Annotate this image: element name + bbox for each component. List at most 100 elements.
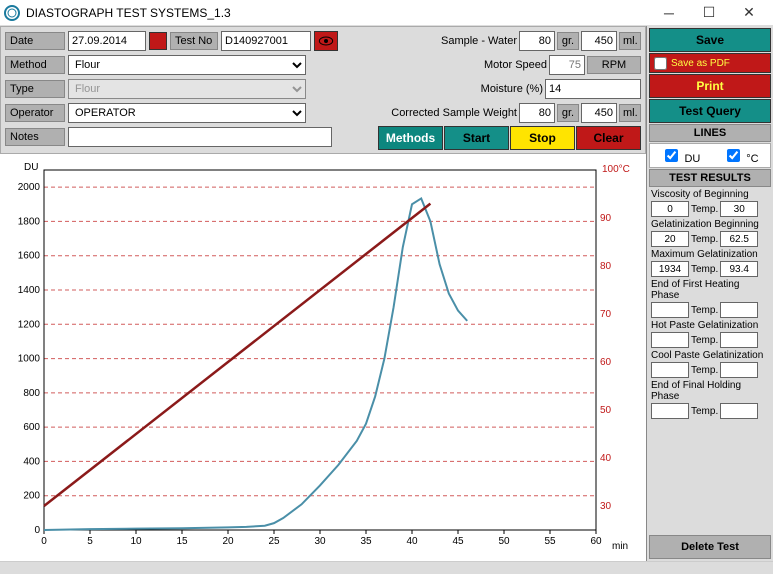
sample-ml-input[interactable] (581, 31, 617, 51)
method-label: Method (5, 56, 65, 74)
rpm-unit: RPM (587, 56, 641, 74)
svg-text:40: 40 (600, 453, 612, 464)
svg-text:600: 600 (23, 422, 40, 433)
unit-ml2: ml. (619, 104, 641, 122)
corrected-gr-input[interactable] (519, 103, 555, 123)
close-button[interactable]: ✕ (729, 1, 769, 25)
print-button[interactable]: Print (649, 74, 771, 98)
result-label: Maximum Gelatinization (651, 249, 769, 260)
svg-text:1000: 1000 (18, 354, 41, 365)
svg-text:40: 40 (406, 536, 418, 547)
svg-text:35: 35 (360, 536, 372, 547)
temp-label: Temp. (691, 406, 718, 417)
temp-label: Temp. (691, 264, 718, 275)
svg-text:60: 60 (600, 357, 612, 368)
notes-input[interactable] (68, 127, 332, 147)
operator-label: Operator (5, 104, 65, 122)
svg-text:DU: DU (24, 162, 38, 173)
result-value-input[interactable] (651, 201, 689, 217)
methods-button[interactable]: Methods (378, 126, 443, 150)
svg-text:25: 25 (268, 536, 280, 547)
save-pdf-check[interactable] (654, 57, 667, 70)
result-temp-input[interactable] (720, 261, 758, 277)
svg-text:2000: 2000 (18, 182, 41, 193)
result-value-input[interactable] (651, 261, 689, 277)
delete-test-button[interactable]: Delete Test (649, 535, 771, 559)
operator-select[interactable]: OPERATOR (68, 103, 306, 123)
unit-gr: gr. (557, 32, 579, 50)
svg-text:0: 0 (41, 536, 47, 547)
result-value-input[interactable] (651, 302, 689, 318)
save-pdf-checkbox[interactable]: Save as PDF (649, 53, 771, 73)
type-label: Type (5, 80, 65, 98)
motor-input (549, 55, 585, 75)
svg-text:100°C: 100°C (602, 164, 630, 175)
moisture-label: Moisture (%) (443, 83, 543, 95)
result-label: End of Final Holding Phase (651, 380, 769, 402)
svg-text:30: 30 (314, 536, 326, 547)
minimize-button[interactable]: ─ (649, 1, 689, 25)
result-temp-input[interactable] (720, 332, 758, 348)
svg-text:20: 20 (222, 536, 234, 547)
result-value-input[interactable] (651, 403, 689, 419)
svg-text:5: 5 (87, 536, 93, 547)
maximize-button[interactable]: ☐ (689, 1, 729, 25)
sample-gr-input[interactable] (519, 31, 555, 51)
app-icon (4, 5, 20, 21)
testno-input[interactable] (221, 31, 311, 51)
result-label: Gelatinization Beginning (651, 219, 769, 230)
method-select[interactable]: Flour (68, 55, 306, 75)
temp-label: Temp. (691, 335, 718, 346)
chart-area: 0200400600800100012001400160018002000051… (0, 154, 646, 561)
svg-text:30: 30 (600, 501, 612, 512)
sample-water-label: Sample - Water (417, 35, 517, 47)
result-value-input[interactable] (651, 332, 689, 348)
result-temp-input[interactable] (720, 403, 758, 419)
moisture-input[interactable] (545, 79, 641, 99)
start-button[interactable]: Start (444, 126, 509, 150)
svg-text:1200: 1200 (18, 319, 41, 330)
window-title: DIASTOGRAPH TEST SYSTEMS_1.3 (26, 6, 649, 20)
result-label: End of First Heating Phase (651, 279, 769, 301)
result-temp-input[interactable] (720, 362, 758, 378)
du-checkbox[interactable]: DU (661, 146, 700, 165)
motor-label: Motor Speed (447, 59, 547, 71)
celsius-checkbox[interactable]: °C (723, 146, 758, 165)
testno-label: Test No (170, 32, 218, 50)
stop-button[interactable]: Stop (510, 126, 575, 150)
result-label: Hot Paste Gelatinization (651, 320, 769, 331)
svg-text:50: 50 (600, 405, 612, 416)
svg-text:min: min (612, 541, 628, 552)
corrected-ml-input[interactable] (581, 103, 617, 123)
svg-text:80: 80 (600, 261, 612, 272)
result-value-input[interactable] (651, 231, 689, 247)
svg-text:1800: 1800 (18, 216, 41, 227)
corrected-label: Corrected Sample Weight (379, 107, 517, 119)
temp-label: Temp. (691, 305, 718, 316)
clear-button[interactable]: Clear (576, 126, 641, 150)
temp-label: Temp. (691, 204, 718, 215)
chart-svg: 0200400600800100012001400160018002000051… (4, 158, 636, 557)
date-input[interactable] (68, 31, 146, 51)
color-indicator[interactable] (149, 32, 167, 50)
svg-text:0: 0 (34, 525, 40, 536)
test-query-button[interactable]: Test Query (649, 99, 771, 123)
result-temp-input[interactable] (720, 201, 758, 217)
svg-text:45: 45 (452, 536, 464, 547)
date-label: Date (5, 32, 65, 50)
notes-label: Notes (5, 128, 65, 146)
temp-label: Temp. (691, 234, 718, 245)
svg-text:50: 50 (498, 536, 510, 547)
svg-text:200: 200 (23, 491, 40, 502)
svg-text:60: 60 (590, 536, 602, 547)
svg-text:15: 15 (176, 536, 188, 547)
svg-text:1400: 1400 (18, 285, 41, 296)
temp-label: Temp. (691, 365, 718, 376)
unit-gr2: gr. (557, 104, 579, 122)
result-temp-input[interactable] (720, 302, 758, 318)
save-button[interactable]: Save (649, 28, 771, 52)
view-icon[interactable] (314, 31, 338, 51)
lines-header: LINES (649, 124, 771, 142)
result-temp-input[interactable] (720, 231, 758, 247)
result-value-input[interactable] (651, 362, 689, 378)
